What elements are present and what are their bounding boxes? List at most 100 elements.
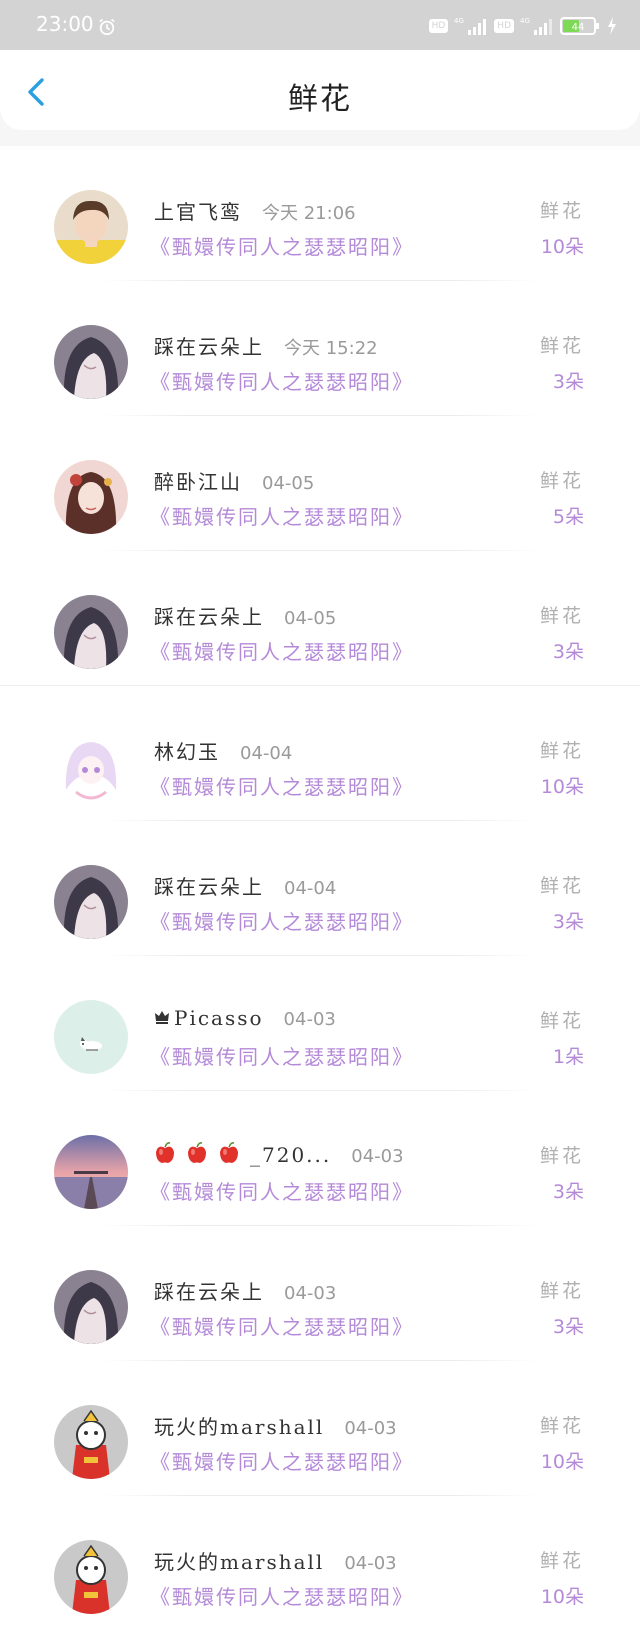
book-title[interactable]: 《甄嬛传同人之瑟瑟昭阳》 — [150, 636, 414, 665]
timestamp: 04-04 — [284, 878, 337, 899]
list-item[interactable]: 踩在云朵上 04-03 《甄嬛传同人之瑟瑟昭阳》 鲜花 3朵 — [0, 1226, 640, 1361]
name-line: 玩火的marshall 04-03 — [154, 1546, 397, 1575]
gift-count: 10朵 — [540, 1451, 584, 1473]
name-line: 玩火的marshall 04-03 — [154, 1411, 397, 1440]
gift-count: 1朵 — [552, 1046, 584, 1068]
timestamp: 今天 21:06 — [262, 203, 356, 224]
avatar[interactable] — [54, 1405, 128, 1479]
gift-count: 3朵 — [552, 1181, 584, 1203]
user-name[interactable]: 林幻玉 — [154, 736, 220, 765]
book-title[interactable]: 《甄嬛传同人之瑟瑟昭阳》 — [150, 1176, 414, 1205]
gift-count: 3朵 — [552, 641, 584, 663]
svg-text:4G: 4G — [454, 17, 464, 25]
crown-icon — [155, 1011, 169, 1024]
gift-type: 鲜花 — [539, 470, 584, 492]
gift-type: 鲜花 — [539, 605, 584, 627]
book-title[interactable]: 《甄嬛传同人之瑟瑟昭阳》 — [150, 1581, 414, 1610]
svg-text:4G: 4G — [520, 17, 530, 25]
timestamp: 04-05 — [262, 473, 315, 494]
list-item[interactable]: 玩火的marshall 04-03 《甄嬛传同人之瑟瑟昭阳》 鲜花 10朵 — [0, 1496, 640, 1631]
avatar[interactable] — [54, 325, 128, 399]
avatar[interactable] — [54, 1135, 128, 1209]
book-title[interactable]: 《甄嬛传同人之瑟瑟昭阳》 — [150, 771, 414, 800]
avatar[interactable] — [54, 460, 128, 534]
gift-type: 鲜花 — [539, 1415, 584, 1437]
battery-icon: 44 — [560, 17, 599, 35]
book-title[interactable]: 《甄嬛传同人之瑟瑟昭阳》 — [150, 1446, 414, 1475]
avatar[interactable] — [54, 595, 128, 669]
avatar[interactable] — [54, 1540, 128, 1614]
list-item[interactable]: 踩在云朵上 04-05 《甄嬛传同人之瑟瑟昭阳》 鲜花 3朵 — [0, 551, 640, 686]
timestamp: 04-04 — [240, 743, 293, 764]
gift-type: 鲜花 — [539, 1280, 584, 1302]
gift-type: 鲜花 — [539, 200, 584, 222]
gift-count: 3朵 — [552, 911, 584, 933]
book-title[interactable]: 《甄嬛传同人之瑟瑟昭阳》 — [150, 906, 414, 935]
gift-count: 3朵 — [552, 371, 584, 393]
avatar[interactable] — [54, 1000, 128, 1074]
list-item[interactable]: 玩火的marshall 04-03 《甄嬛传同人之瑟瑟昭阳》 鲜花 10朵 — [0, 1361, 640, 1496]
gift-type: 鲜花 — [539, 1010, 584, 1032]
name-line: 踩在云朵上 04-04 — [154, 871, 336, 900]
list-item[interactable]: _720... 04-03 《甄嬛传同人之瑟瑟昭阳》 鲜花 3朵 — [0, 1091, 640, 1226]
avatar[interactable] — [54, 865, 128, 939]
user-name[interactable]: 上官飞鸾 — [154, 196, 242, 225]
name-line: Picasso 04-03 — [154, 1006, 336, 1030]
book-title[interactable]: 《甄嬛传同人之瑟瑟昭阳》 — [150, 1311, 414, 1340]
timestamp: 今天 15:22 — [284, 338, 378, 359]
signal-icon: 4G — [520, 17, 552, 35]
gift-type: 鲜花 — [539, 1145, 584, 1167]
header-card: 鲜花 — [0, 50, 640, 130]
name-line: 踩在云朵上 04-03 — [154, 1276, 336, 1305]
charging-icon — [608, 17, 616, 35]
avatar[interactable] — [54, 190, 128, 264]
gift-count: 5朵 — [552, 506, 584, 528]
hd-badge: HD — [494, 19, 514, 33]
status-bar: 23:00 HD 4G HD 4G 44 — [0, 0, 640, 50]
list-item[interactable]: 上官飞鸾 今天 21:06 《甄嬛传同人之瑟瑟昭阳》 鲜花 10朵 — [0, 146, 640, 281]
signal-icon: 4G — [454, 17, 487, 35]
list-item[interactable]: 踩在云朵上 今天 15:22 《甄嬛传同人之瑟瑟昭阳》 鲜花 3朵 — [0, 281, 640, 416]
user-name[interactable]: 醉卧江山 — [154, 466, 242, 495]
gift-count: 10朵 — [540, 1586, 584, 1608]
gift-count: 10朵 — [540, 776, 584, 798]
battery-level: 44 — [572, 22, 585, 33]
book-title[interactable]: 《甄嬛传同人之瑟瑟昭阳》 — [150, 231, 414, 260]
timestamp: 04-03 — [284, 1283, 337, 1304]
status-icons: HD 4G HD 4G 44 — [428, 16, 618, 36]
alarm-icon — [99, 18, 115, 36]
user-name[interactable]: _720... — [250, 1143, 331, 1167]
user-name[interactable]: 踩在云朵上 — [154, 331, 264, 360]
page-title: 鲜花 — [288, 82, 352, 117]
user-name[interactable]: 踩在云朵上 — [154, 871, 264, 900]
user-name[interactable]: Picasso — [174, 1006, 264, 1030]
list-item[interactable]: 踩在云朵上 04-04 《甄嬛传同人之瑟瑟昭阳》 鲜花 3朵 — [0, 821, 640, 956]
timestamp: 04-03 — [351, 1146, 404, 1167]
list-item[interactable]: 醉卧江山 04-05 《甄嬛传同人之瑟瑟昭阳》 鲜花 5朵 — [0, 416, 640, 551]
user-name[interactable]: 玩火的marshall — [154, 1546, 324, 1575]
avatar[interactable] — [54, 1270, 128, 1344]
list-item[interactable]: Picasso 04-03 《甄嬛传同人之瑟瑟昭阳》 鲜花 1朵 — [0, 956, 640, 1091]
apple-icon — [154, 1141, 250, 1166]
header: 鲜花 — [0, 50, 640, 146]
name-line: 上官飞鸾 今天 21:06 — [154, 196, 356, 225]
user-name[interactable]: 踩在云朵上 — [154, 1276, 264, 1305]
user-name[interactable]: 踩在云朵上 — [154, 601, 264, 630]
timestamp: 04-05 — [284, 608, 337, 629]
book-title[interactable]: 《甄嬛传同人之瑟瑟昭阳》 — [150, 1041, 414, 1070]
list-item[interactable]: 林幻玉 04-04 《甄嬛传同人之瑟瑟昭阳》 鲜花 10朵 — [0, 686, 640, 821]
gift-count: 10朵 — [540, 236, 584, 258]
gift-count: 3朵 — [552, 1316, 584, 1338]
book-title[interactable]: 《甄嬛传同人之瑟瑟昭阳》 — [150, 366, 414, 395]
timestamp: 04-03 — [344, 1553, 397, 1574]
timestamp: 04-03 — [344, 1418, 397, 1439]
status-time: 23:00 — [36, 12, 94, 36]
avatar[interactable] — [54, 730, 128, 804]
book-title[interactable]: 《甄嬛传同人之瑟瑟昭阳》 — [150, 501, 414, 530]
hd-badge: HD — [428, 19, 449, 33]
name-line: 踩在云朵上 04-05 — [154, 601, 336, 630]
gift-type: 鲜花 — [539, 1550, 584, 1572]
gift-type: 鲜花 — [539, 740, 584, 762]
user-name[interactable]: 玩火的marshall — [154, 1411, 324, 1440]
gift-type: 鲜花 — [539, 875, 584, 897]
